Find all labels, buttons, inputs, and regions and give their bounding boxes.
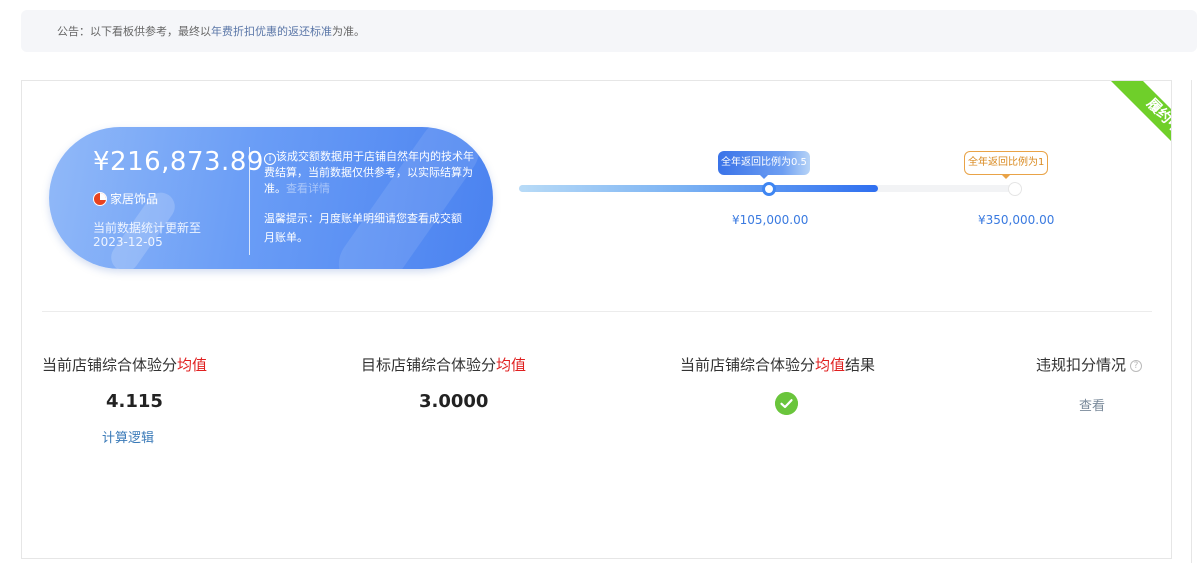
calculation-logic-link[interactable]: 计算逻辑 xyxy=(102,427,154,446)
metric-title-highlight: 均值 xyxy=(177,356,208,374)
check-circle-icon xyxy=(775,392,798,415)
metric-title-target-score: 目标店铺综合体验分均值 xyxy=(361,354,526,375)
info-icon: i xyxy=(264,153,276,165)
milestone-value-half: ¥105,000.00 xyxy=(732,213,809,227)
info-note: i 该成交额数据用于店铺自然年内的技术年费结算，当前数据仅供参考，以实际结算为准。… xyxy=(264,149,474,197)
help-icon[interactable]: ? xyxy=(1130,360,1143,372)
status-ribbon: 履约中 xyxy=(1111,81,1171,141)
metric-title-score-result: 当前店铺综合体验分均值结果 xyxy=(680,354,875,375)
announcement-suffix: 为准。 xyxy=(332,25,365,38)
metric-value-current-score: 4.115 xyxy=(106,391,163,412)
category-name: 家居饰品 xyxy=(110,192,159,206)
progress-fill xyxy=(519,185,878,192)
metric-title-highlight: 均值 xyxy=(496,356,527,374)
performance-card: 履约中 ¥216,873.89 家居饰品 当前数据统计更新至 2023-12-0… xyxy=(21,80,1172,559)
divider xyxy=(249,147,250,255)
milestone-value-full: ¥350,000.00 xyxy=(978,213,1055,227)
view-violations-link[interactable]: 查看 xyxy=(1079,395,1105,414)
metric-title-current-score: 当前店铺综合体验分均值 xyxy=(42,354,207,375)
milestone-tag-half: 全年返回比例为0.5 xyxy=(718,151,810,179)
sales-amount: ¥216,873.89 xyxy=(93,147,264,177)
category-label: 家居饰品 xyxy=(93,190,158,207)
announcement-bar: 公告：以下看板供参考，最终以年费折扣优惠的返还标准为准。 xyxy=(21,10,1197,52)
metric-title-highlight: 均值 xyxy=(815,356,846,374)
metric-value-target-score: 3.0000 xyxy=(419,391,489,412)
metric-title-text: 当前店铺综合体验分 xyxy=(42,356,178,374)
milestone-dot-target xyxy=(1008,182,1022,196)
milestone-dot-current xyxy=(762,182,776,196)
milestone-tag-full: 全年返回比例为1 xyxy=(964,151,1049,179)
section-divider xyxy=(42,311,1152,312)
monthly-bill-tip: 温馨提示：月度账单明细请您查看成交额月账单。 xyxy=(264,212,462,244)
update-date: 2023-12-05 xyxy=(93,235,163,249)
announcement-text: 公告：以下看板供参考，最终以年费折扣优惠的返还标准为准。 xyxy=(57,23,365,39)
pie-chart-icon xyxy=(93,191,107,206)
metric-title-suffix: 结果 xyxy=(845,356,876,374)
metric-title-text: 当前店铺综合体验分 xyxy=(680,356,816,374)
sales-summary-card: ¥216,873.89 家居饰品 当前数据统计更新至 2023-12-05 i该… xyxy=(49,127,493,269)
ribbon-band xyxy=(1111,81,1171,141)
announcement-prefix: 公告：以下看板供参考，最终以 xyxy=(57,25,211,38)
info-faded-link[interactable]: 查看详情 xyxy=(286,182,330,195)
metric-title-violations: 违规扣分情况? xyxy=(1036,354,1143,375)
announcement-link[interactable]: 年费折扣优惠的返还标准 xyxy=(211,25,332,38)
metric-title-text: 目标店铺综合体验分 xyxy=(361,356,497,374)
right-panel-edge xyxy=(1191,80,1197,563)
update-label: 当前数据统计更新至 xyxy=(93,221,202,235)
metric-title-text: 违规扣分情况 xyxy=(1036,356,1127,374)
